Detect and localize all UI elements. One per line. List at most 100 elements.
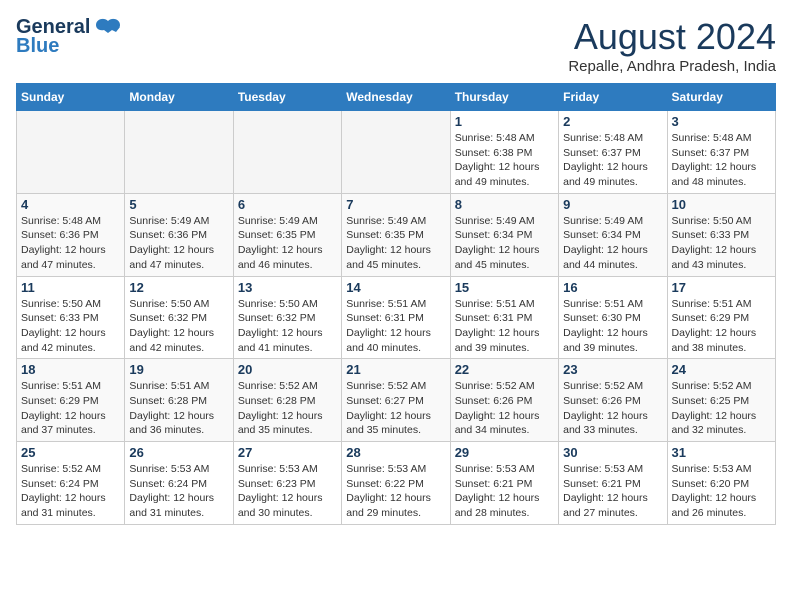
calendar-cell: 8 Sunrise: 5:49 AMSunset: 6:34 PMDaylight… — [450, 193, 558, 276]
day-info: Sunrise: 5:52 AMSunset: 6:27 PMDaylight:… — [346, 379, 445, 438]
day-info: Sunrise: 5:53 AMSunset: 6:24 PMDaylight:… — [129, 462, 228, 521]
calendar-cell: 6 Sunrise: 5:49 AMSunset: 6:35 PMDaylight… — [233, 193, 341, 276]
day-info: Sunrise: 5:53 AMSunset: 6:21 PMDaylight:… — [563, 462, 662, 521]
calendar-cell: 24 Sunrise: 5:52 AMSunset: 6:25 PMDayligh… — [667, 359, 775, 442]
calendar-cell: 14 Sunrise: 5:51 AMSunset: 6:31 PMDayligh… — [342, 276, 450, 359]
calendar-cell: 19Sunrise: 5:51 AMSunset: 6:28 PMDayligh… — [125, 359, 233, 442]
day-number: 21 — [346, 362, 445, 377]
day-number: 18 — [21, 362, 120, 377]
day-info: Sunrise: 5:50 AMSunset: 6:33 PMDaylight:… — [21, 297, 120, 356]
calendar-cell: 16 Sunrise: 5:51 AMSunset: 6:30 PMDayligh… — [559, 276, 667, 359]
day-number: 5 — [129, 197, 228, 212]
calendar-cell: 15 Sunrise: 5:51 AMSunset: 6:31 PMDayligh… — [450, 276, 558, 359]
calendar-table: SundayMondayTuesdayWednesdayThursdayFrid… — [16, 83, 776, 525]
day-number: 13 — [238, 280, 337, 295]
day-number: 29 — [455, 445, 554, 460]
day-info: Sunrise: 5:51 AMSunset: 6:29 PMDaylight:… — [21, 379, 120, 438]
calendar-cell: 2Sunrise: 5:48 AMSunset: 6:37 PMDaylight… — [559, 111, 667, 194]
day-info: Sunrise: 5:51 AMSunset: 6:31 PMDaylight:… — [455, 297, 554, 356]
day-info: Sunrise: 5:53 AMSunset: 6:22 PMDaylight:… — [346, 462, 445, 521]
calendar-cell: 7 Sunrise: 5:49 AMSunset: 6:35 PMDaylight… — [342, 193, 450, 276]
day-info: Sunrise: 5:53 AMSunset: 6:23 PMDaylight:… — [238, 462, 337, 521]
logo: General Blue — [16, 16, 122, 58]
day-number: 27 — [238, 445, 337, 460]
day-info: Sunrise: 5:48 AMSunset: 6:38 PMDaylight:… — [455, 131, 554, 190]
calendar-cell: 11Sunrise: 5:50 AMSunset: 6:33 PMDayligh… — [17, 276, 125, 359]
title-block: August 2024 Repalle, Andhra Pradesh, Ind… — [568, 16, 776, 75]
day-info: Sunrise: 5:52 AMSunset: 6:24 PMDaylight:… — [21, 462, 120, 521]
calendar-cell — [125, 111, 233, 194]
month-year-title: August 2024 — [568, 16, 776, 58]
day-info: Sunrise: 5:53 AMSunset: 6:21 PMDaylight:… — [455, 462, 554, 521]
logo-bird-icon — [94, 17, 122, 39]
calendar-week-1: 1 Sunrise: 5:48 AMSunset: 6:38 PMDaylight… — [17, 111, 776, 194]
day-info: Sunrise: 5:50 AMSunset: 6:32 PMDaylight:… — [238, 297, 337, 356]
day-info: Sunrise: 5:50 AMSunset: 6:32 PMDaylight:… — [129, 297, 228, 356]
calendar-cell: 20 Sunrise: 5:52 AMSunset: 6:28 PMDayligh… — [233, 359, 341, 442]
col-header-wednesday: Wednesday — [342, 84, 450, 111]
calendar-cell: 31Sunrise: 5:53 AMSunset: 6:20 PMDayligh… — [667, 442, 775, 525]
day-info: Sunrise: 5:51 AMSunset: 6:28 PMDaylight:… — [129, 379, 228, 438]
day-number: 4 — [21, 197, 120, 212]
calendar-cell: 17 Sunrise: 5:51 AMSunset: 6:29 PMDayligh… — [667, 276, 775, 359]
calendar-cell: 21 Sunrise: 5:52 AMSunset: 6:27 PMDayligh… — [342, 359, 450, 442]
day-info: Sunrise: 5:52 AMSunset: 6:26 PMDaylight:… — [455, 379, 554, 438]
day-number: 20 — [238, 362, 337, 377]
calendar-cell: 30 Sunrise: 5:53 AMSunset: 6:21 PMDayligh… — [559, 442, 667, 525]
day-info: Sunrise: 5:49 AMSunset: 6:34 PMDaylight:… — [563, 214, 662, 273]
day-info: Sunrise: 5:48 AMSunset: 6:37 PMDaylight:… — [672, 131, 771, 190]
day-number: 15 — [455, 280, 554, 295]
calendar-cell: 10 Sunrise: 5:50 AMSunset: 6:33 PMDayligh… — [667, 193, 775, 276]
logo-blue-text: Blue — [16, 35, 59, 58]
day-number: 31 — [672, 445, 771, 460]
day-number: 16 — [563, 280, 662, 295]
calendar-cell: 5 Sunrise: 5:49 AMSunset: 6:36 PMDaylight… — [125, 193, 233, 276]
day-number: 28 — [346, 445, 445, 460]
calendar-cell: 4 Sunrise: 5:48 AMSunset: 6:36 PMDaylight… — [17, 193, 125, 276]
day-info: Sunrise: 5:48 AMSunset: 6:37 PMDaylight:… — [563, 131, 662, 190]
day-number: 22 — [455, 362, 554, 377]
calendar-cell: 9 Sunrise: 5:49 AMSunset: 6:34 PMDaylight… — [559, 193, 667, 276]
day-info: Sunrise: 5:49 AMSunset: 6:35 PMDaylight:… — [346, 214, 445, 273]
col-header-monday: Monday — [125, 84, 233, 111]
day-number: 10 — [672, 197, 771, 212]
day-info: Sunrise: 5:48 AMSunset: 6:36 PMDaylight:… — [21, 214, 120, 273]
day-info: Sunrise: 5:50 AMSunset: 6:33 PMDaylight:… — [672, 214, 771, 273]
day-number: 17 — [672, 280, 771, 295]
day-info: Sunrise: 5:51 AMSunset: 6:29 PMDaylight:… — [672, 297, 771, 356]
day-info: Sunrise: 5:49 AMSunset: 6:34 PMDaylight:… — [455, 214, 554, 273]
day-info: Sunrise: 5:52 AMSunset: 6:28 PMDaylight:… — [238, 379, 337, 438]
day-number: 7 — [346, 197, 445, 212]
day-number: 26 — [129, 445, 228, 460]
day-number: 3 — [672, 114, 771, 129]
calendar-week-4: 18 Sunrise: 5:51 AMSunset: 6:29 PMDayligh… — [17, 359, 776, 442]
col-header-tuesday: Tuesday — [233, 84, 341, 111]
day-number: 1 — [455, 114, 554, 129]
day-number: 24 — [672, 362, 771, 377]
calendar-week-2: 4 Sunrise: 5:48 AMSunset: 6:36 PMDaylight… — [17, 193, 776, 276]
day-info: Sunrise: 5:49 AMSunset: 6:35 PMDaylight:… — [238, 214, 337, 273]
day-info: Sunrise: 5:52 AMSunset: 6:25 PMDaylight:… — [672, 379, 771, 438]
day-info: Sunrise: 5:49 AMSunset: 6:36 PMDaylight:… — [129, 214, 228, 273]
day-number: 9 — [563, 197, 662, 212]
day-info: Sunrise: 5:51 AMSunset: 6:31 PMDaylight:… — [346, 297, 445, 356]
day-number: 14 — [346, 280, 445, 295]
calendar-cell — [17, 111, 125, 194]
day-number: 6 — [238, 197, 337, 212]
calendar-cell — [342, 111, 450, 194]
calendar-cell: 25 Sunrise: 5:52 AMSunset: 6:24 PMDayligh… — [17, 442, 125, 525]
day-number: 8 — [455, 197, 554, 212]
calendar-cell: 12Sunrise: 5:50 AMSunset: 6:32 PMDayligh… — [125, 276, 233, 359]
day-info: Sunrise: 5:51 AMSunset: 6:30 PMDaylight:… — [563, 297, 662, 356]
day-number: 30 — [563, 445, 662, 460]
col-header-sunday: Sunday — [17, 84, 125, 111]
calendar-week-5: 25 Sunrise: 5:52 AMSunset: 6:24 PMDayligh… — [17, 442, 776, 525]
calendar-cell: 22 Sunrise: 5:52 AMSunset: 6:26 PMDayligh… — [450, 359, 558, 442]
day-number: 23 — [563, 362, 662, 377]
calendar-cell: 26 Sunrise: 5:53 AMSunset: 6:24 PMDayligh… — [125, 442, 233, 525]
calendar-cell: 27 Sunrise: 5:53 AMSunset: 6:23 PMDayligh… — [233, 442, 341, 525]
day-number: 25 — [21, 445, 120, 460]
col-header-thursday: Thursday — [450, 84, 558, 111]
calendar-header-row: SundayMondayTuesdayWednesdayThursdayFrid… — [17, 84, 776, 111]
calendar-cell: 1 Sunrise: 5:48 AMSunset: 6:38 PMDaylight… — [450, 111, 558, 194]
